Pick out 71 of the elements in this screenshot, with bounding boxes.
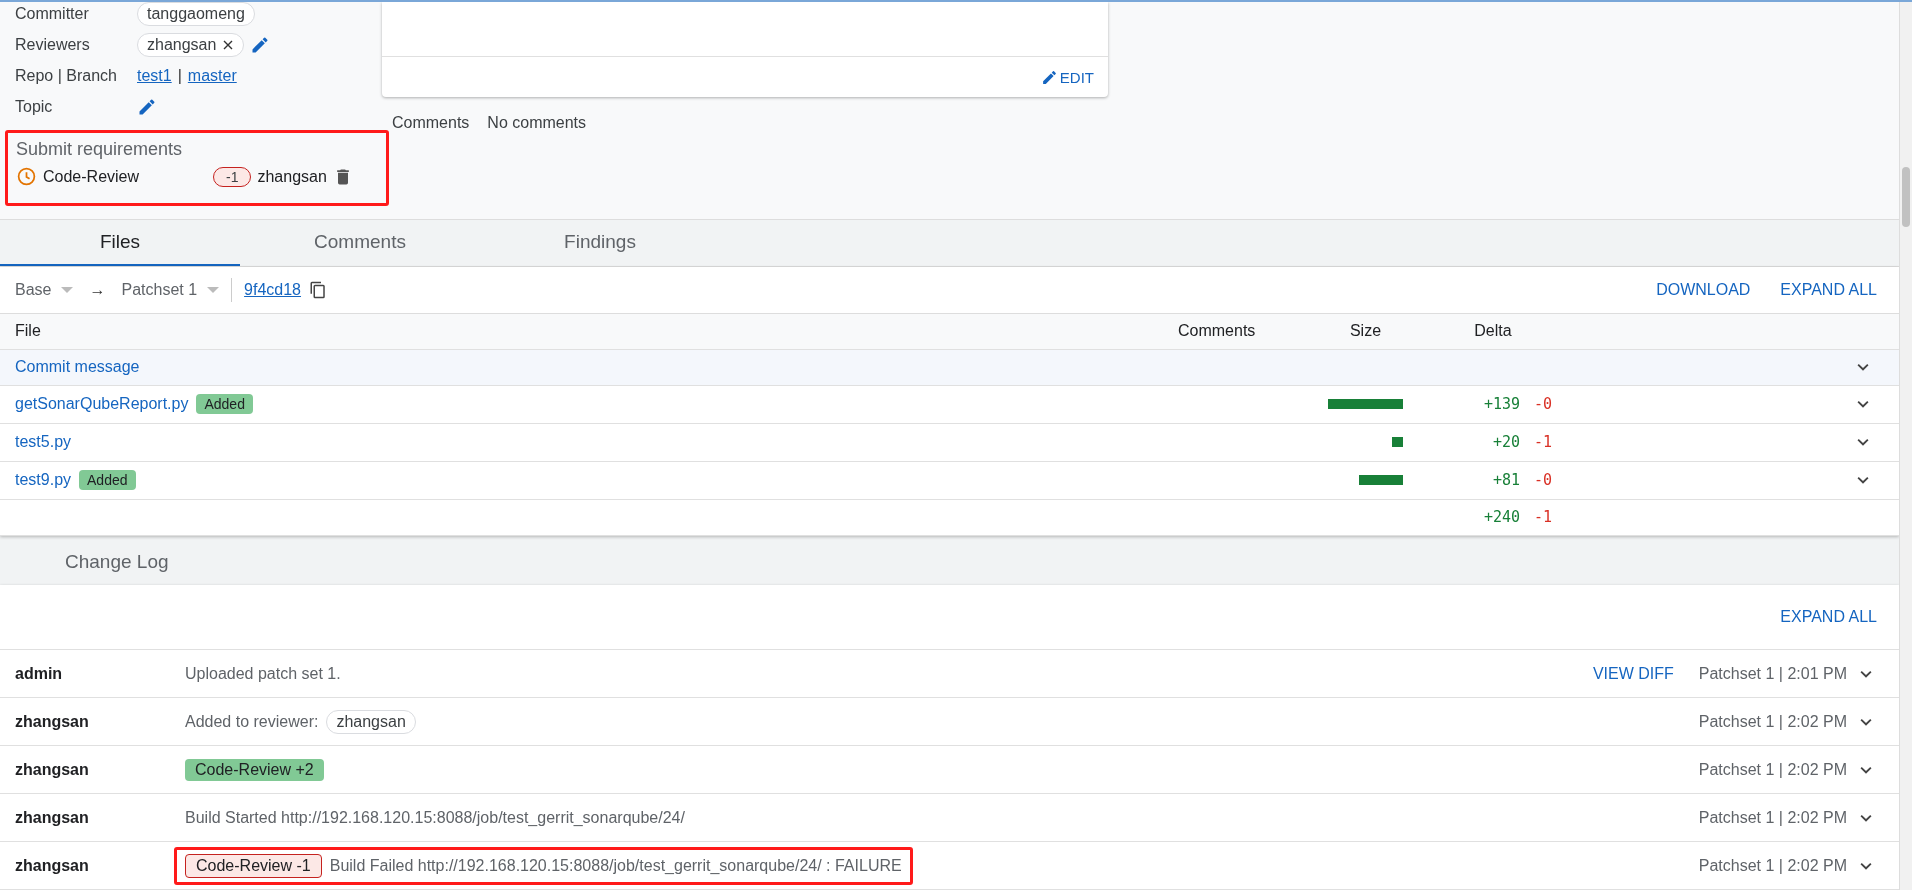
timestamp: Patchset 1 | 2:02 PM — [1698, 712, 1847, 731]
repo-link[interactable]: test1 — [137, 66, 172, 85]
section-title: Submit requirements — [16, 139, 184, 160]
author-name: zhangsan — [15, 856, 90, 875]
log-message: Build Failed http://192.168.120.15:8088/job/test_gerrit_sonarqube/24/ : FAILURE — [329, 856, 902, 875]
timestamp: Patchset 1 | 2:02 PM — [1698, 856, 1847, 875]
file-link[interactable]: getSonarQubeReport.py — [15, 395, 189, 414]
field-label: Committer — [15, 4, 90, 23]
user-chip[interactable]: tanggaomeng — [137, 2, 255, 26]
removed-lines: -0 — [1534, 395, 1554, 414]
removed-lines: -1 — [1534, 433, 1554, 452]
copy-icon[interactable] — [309, 280, 327, 299]
file-link[interactable]: test5.py — [15, 433, 72, 452]
field-label: Repo | Branch — [15, 66, 118, 85]
action-link[interactable]: EXPAND ALL — [1780, 280, 1877, 299]
scrollbar[interactable] — [1899, 2, 1912, 890]
pencil-icon — [1040, 68, 1058, 86]
separator: | — [177, 66, 182, 85]
added-lines: +81 — [1492, 471, 1520, 490]
branch-link[interactable]: master — [187, 66, 237, 85]
vote-tag: Code-Review +2 — [185, 758, 324, 781]
field-label: Reviewers — [15, 35, 91, 54]
added-lines: +20 — [1492, 433, 1520, 452]
author-name: zhangsan — [15, 808, 90, 827]
view-diff-link[interactable]: VIEW DIFF — [1592, 664, 1674, 683]
column-header: Comments — [1178, 322, 1257, 341]
action-link[interactable]: DOWNLOAD — [1656, 280, 1751, 299]
pencil-icon[interactable] — [137, 96, 157, 117]
status-tag: Added — [79, 470, 136, 491]
file-link[interactable]: test9.py — [15, 471, 72, 490]
column-header: File — [15, 322, 42, 341]
close-icon[interactable] — [222, 38, 235, 51]
requirement-name: Code-Review — [43, 167, 141, 186]
status-tag: Added — [196, 394, 253, 415]
timestamp: Patchset 1 | 2:01 PM — [1698, 664, 1847, 683]
commit-link[interactable]: 9f4cd18 — [244, 280, 301, 299]
author-name: admin — [15, 664, 64, 683]
size-bar — [1392, 437, 1403, 448]
log-message: Build Started http://192.168.120.15:8088/job/test_gerrit_sonarqube/24/ — [185, 808, 685, 827]
field-label: Topic — [15, 97, 54, 116]
tab[interactable]: Findings — [480, 219, 720, 266]
added-lines: +240 — [1483, 508, 1520, 527]
removed-lines: -1 — [1534, 508, 1554, 527]
log-message: Uploaded patch set 1. — [185, 664, 341, 683]
tab[interactable]: Comments — [240, 219, 480, 266]
removed-lines: -0 — [1534, 471, 1554, 490]
expand-all-link[interactable]: EXPAND ALL — [1780, 608, 1877, 626]
log-message: Added to reviewer: — [185, 712, 319, 731]
tab[interactable]: Files — [0, 219, 240, 266]
column-header: Delta — [1473, 322, 1513, 341]
author-name: zhangsan — [15, 760, 90, 779]
timestamp: Patchset 1 | 2:02 PM — [1698, 808, 1847, 827]
user-chip[interactable]: zhangsan — [326, 709, 416, 734]
size-bar — [1359, 475, 1403, 486]
reviewer-chip[interactable]: zhangsan — [137, 32, 245, 57]
field-label: Comments — [392, 114, 470, 132]
column-header: Size — [1348, 322, 1383, 341]
edit-button[interactable]: EDIT — [1034, 67, 1100, 87]
author-name: zhangsan — [15, 712, 90, 731]
timestamp: Patchset 1 | 2:02 PM — [1698, 760, 1847, 779]
clock-icon — [16, 166, 37, 187]
patchset-dropdown[interactable]: Patchset 1 — [121, 280, 220, 299]
comments-count: No comments — [487, 114, 587, 132]
base-dropdown[interactable]: Base — [15, 280, 74, 299]
vote-chip: -1 — [213, 166, 252, 187]
added-lines: +139 — [1483, 395, 1520, 414]
voter-name: zhangsan — [257, 167, 327, 186]
arrow-text: → — [89, 280, 106, 299]
section-title: Change Log — [65, 550, 169, 573]
file-link[interactable]: Commit message — [15, 358, 140, 377]
vote-tag: Code-Review -1 — [185, 853, 322, 878]
